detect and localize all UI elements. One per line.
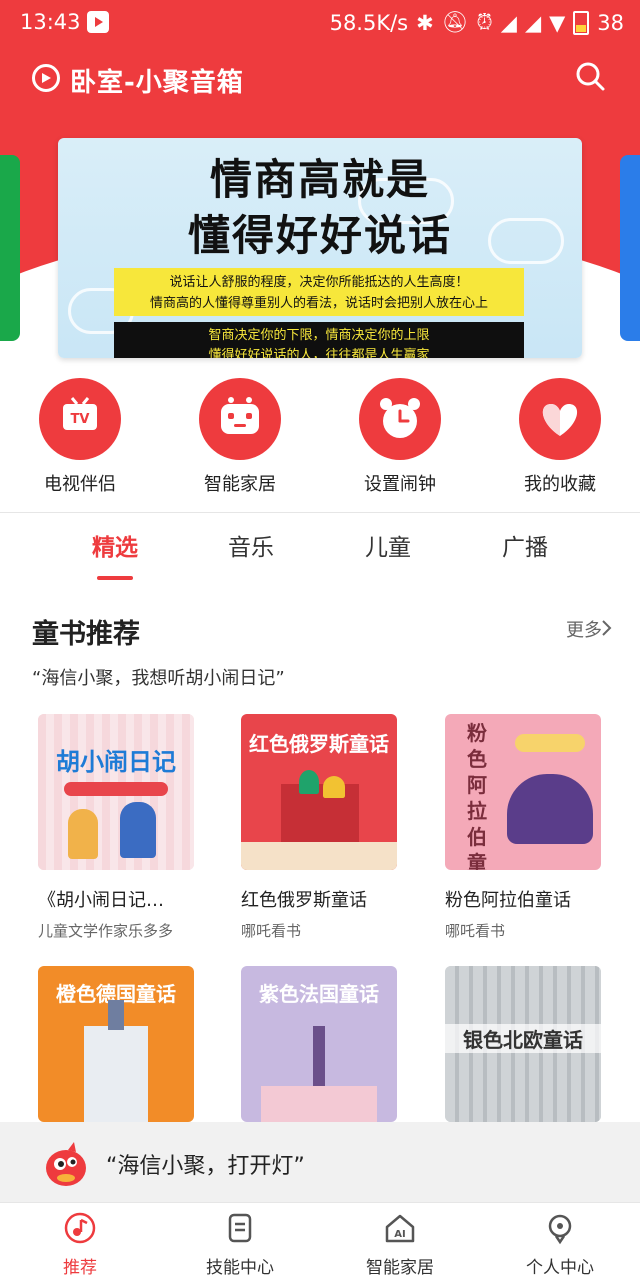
skill-icon <box>228 1213 252 1243</box>
notification-app-icon <box>87 11 109 33</box>
nav-label: 个人中心 <box>526 1258 594 1278</box>
active-tab-indicator <box>97 576 133 580</box>
book-cover-title: 粉色阿拉伯童话 <box>467 721 487 870</box>
quick-action-label: 智能家居 <box>204 474 276 495</box>
quick-action-smart-home[interactable]: 智能家居 <box>170 378 310 496</box>
book-cover: 紫色法国童话 <box>241 966 397 1122</box>
book-cover-title: 红色俄罗斯童话 <box>249 732 389 756</box>
tab-music[interactable]: 音乐 <box>201 528 301 562</box>
svg-text:AI: AI <box>394 1229 405 1240</box>
bluetooth-icon: ✱ <box>416 10 434 35</box>
quick-action-label: 我的收藏 <box>524 474 596 495</box>
quick-action-tv[interactable]: TV 电视伴侣 <box>10 378 150 496</box>
book-cover-title: 银色北欧童话 <box>445 1024 601 1053</box>
mute-icon: 🔕︎ <box>441 10 469 34</box>
section-title: 童书推荐 <box>32 619 140 650</box>
app-logo-icon <box>32 64 60 92</box>
heart-icon <box>519 378 601 460</box>
nav-label: 推荐 <box>63 1258 97 1278</box>
book-card[interactable]: 红色俄罗斯童话 红色俄罗斯童话 哪吒看书 <box>241 714 411 941</box>
alarm-icon: ⏰︎ <box>476 10 493 34</box>
quick-action-favorites[interactable]: 我的收藏 <box>490 378 630 496</box>
book-author: 哪吒看书 <box>241 922 302 940</box>
banner-black-line-1: 智商决定你的下限，情商决定你的上限 <box>208 328 430 343</box>
user-icon <box>548 1214 572 1245</box>
quick-action-alarm[interactable]: 设置闹钟 <box>330 378 470 496</box>
signal-icon: ◢ <box>500 10 517 35</box>
tab-featured[interactable]: 精选 <box>65 528 165 562</box>
carousel-next-card[interactable] <box>620 155 640 341</box>
nav-label: 技能中心 <box>206 1258 274 1278</box>
nav-skills[interactable]: 技能中心 <box>160 1211 320 1278</box>
tab-radio[interactable]: 广播 <box>475 528 575 562</box>
book-card[interactable]: 银色北欧童话 <box>445 966 615 1122</box>
quick-action-label: 电视伴侣 <box>44 474 116 495</box>
book-cover: 橙色德国童话 <box>38 966 194 1122</box>
book-cover: 银色北欧童话 <box>445 966 601 1122</box>
book-cover: 红色俄罗斯童话 <box>241 714 397 870</box>
book-author: 哪吒看书 <box>445 922 506 940</box>
banner-yellow-box: 说话让人舒服的程度，决定你所能抵达的人生高度！ 情商高的人懂得尊重别人的看法，说… <box>114 268 524 316</box>
music-note-icon <box>64 1212 96 1244</box>
book-card[interactable]: 粉色阿拉伯童话 粉色阿拉伯童话 哪吒看书 <box>445 714 615 941</box>
battery-level: 38 <box>597 10 624 35</box>
book-author: 儿童文学作家乐多多 <box>38 922 174 940</box>
quick-actions: TV 电视伴侣 智能家居 设置闹钟 我的收藏 <box>0 378 640 498</box>
title-bar: 卧室-小聚音箱 <box>0 56 640 104</box>
search-icon[interactable] <box>574 60 606 92</box>
tv-icon: TV <box>39 378 121 460</box>
svg-text:TV: TV <box>71 412 90 427</box>
status-right: 58.5K/s ✱ 🔕︎ ⏰︎ ◢ ◢ ▼ 38 <box>330 10 624 35</box>
device-title[interactable]: 卧室-小聚音箱 <box>70 62 244 99</box>
more-link[interactable]: 更多 <box>566 616 602 642</box>
nav-smart-home[interactable]: AI 智能家居 <box>320 1211 480 1278</box>
signal-icon-2: ◢ <box>524 10 542 35</box>
book-title: 红色俄罗斯童话 <box>241 890 367 911</box>
voice-prompt-bar[interactable]: “海信小聚，打开灯” <box>0 1122 640 1202</box>
status-time: 13:43 <box>20 10 81 34</box>
ai-home-icon: AI <box>385 1214 415 1243</box>
book-cover-title: 紫色法国童话 <box>259 982 379 1006</box>
book-cover: 胡小闹日记 <box>38 714 194 870</box>
robot-icon <box>199 378 281 460</box>
battery-icon <box>573 10 590 35</box>
divider <box>0 512 640 513</box>
banner-headline-1: 情商高就是 <box>209 155 430 204</box>
banner-black-box: 智商决定你的下限，情商决定你的上限 懂得好好说话的人，往往都是人生赢家 <box>114 322 524 358</box>
book-cover-title: 胡小闹日记 <box>56 748 176 776</box>
status-bar: 13:43 58.5K/s ✱ 🔕︎ ⏰︎ ◢ ◢ ▼ 38 <box>0 0 640 46</box>
book-card[interactable]: 紫色法国童话 <box>241 966 411 1122</box>
wifi-icon: ▼ <box>549 10 566 35</box>
tab-children[interactable]: 儿童 <box>338 528 438 562</box>
book-cover: 粉色阿拉伯童话 <box>445 714 601 870</box>
nav-label: 智能家居 <box>366 1258 434 1278</box>
mascot-icon <box>46 1142 86 1186</box>
book-card[interactable]: 胡小闹日记 《胡小闹日记… 儿童文学作家乐多多 <box>38 714 208 941</box>
book-title: 《胡小闹日记… <box>38 890 164 911</box>
alarm-clock-icon <box>359 378 441 460</box>
network-speed: 58.5K/s <box>329 10 409 35</box>
banner-yellow-line-1: 说话让人舒服的程度，决定你所能抵达的人生高度！ <box>169 275 469 290</box>
banner-black-line-2: 懂得好好说话的人，往往都是人生赢家 <box>208 348 430 358</box>
voice-hint: “海信小聚，我想听胡小闹日记” <box>32 668 285 689</box>
banner-headline-2: 懂得好好说话 <box>187 211 452 260</box>
quick-action-label: 设置闹钟 <box>364 474 436 495</box>
book-card[interactable]: 橙色德国童话 <box>38 966 208 1122</box>
chevron-right-icon[interactable] <box>598 619 616 637</box>
category-tabs: 精选 音乐 儿童 广播 <box>0 528 640 584</box>
bottom-navigation: 推荐 技能中心 AI 智能家居 个人中心 <box>0 1202 640 1281</box>
book-title: 粉色阿拉伯童话 <box>445 890 571 911</box>
banner[interactable]: 情商高就是 懂得好好说话 说话让人舒服的程度，决定你所能抵达的人生高度！ 情商高… <box>58 138 582 358</box>
banner-yellow-line-2: 情商高的人懂得尊重别人的看法，说话时会把别人放在心上 <box>149 296 488 311</box>
nav-recommend[interactable]: 推荐 <box>0 1211 160 1278</box>
voice-prompt-text: “海信小聚，打开灯” <box>106 1154 305 1179</box>
carousel-prev-card[interactable] <box>0 155 20 341</box>
nav-profile[interactable]: 个人中心 <box>480 1211 640 1278</box>
